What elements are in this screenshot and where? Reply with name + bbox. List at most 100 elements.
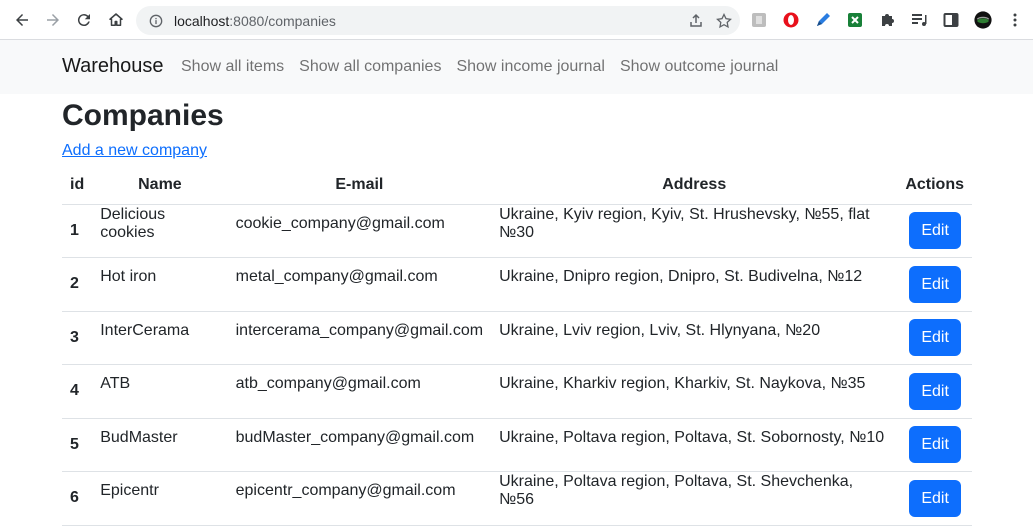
nav-link-items[interactable]: Show all items xyxy=(181,58,284,76)
row-address-cell: Ukraine, Kharkiv region, Kharkiv, St. Na… xyxy=(491,364,898,419)
row-actions-cell: Edit xyxy=(897,311,972,365)
row-name: Hot iron xyxy=(100,268,157,286)
menu-dots-icon[interactable] xyxy=(1004,9,1026,31)
header-name: Name xyxy=(92,166,228,205)
row-name-cell: ATB xyxy=(92,364,228,419)
extension-gray-icon[interactable] xyxy=(748,9,770,31)
row-name-cell: Epicentr xyxy=(92,471,228,526)
table-header-row: id Name E-mail Address Actions xyxy=(62,166,972,205)
arrow-right-icon xyxy=(47,14,59,26)
table-row: 5 BudMaster budMaster_company@gmail.com Ukr… xyxy=(62,418,972,472)
page-title: Companies xyxy=(62,99,224,132)
row-address: Ukraine, Poltava region, Poltava, St. So… xyxy=(499,428,885,446)
row-id: 3 xyxy=(70,328,79,346)
header-actions: Actions xyxy=(897,166,972,205)
row-actions-cell: Edit xyxy=(897,364,972,419)
row-name-cell: InterCerama xyxy=(92,311,228,365)
row-name: InterCerama xyxy=(100,321,190,339)
table-row: 3 InterCerama intercerama_company@gmail.co… xyxy=(62,311,972,365)
row-id-cell: 2 xyxy=(62,257,93,312)
table-row: 6 Epicentr epicentr_company@gmail.com Ukrai… xyxy=(62,471,972,526)
row-email-cell: atb_company@gmail.com xyxy=(227,364,492,419)
row-email: epicentr_company@gmail.com xyxy=(235,482,456,500)
address-bar[interactable]: localhost:8080/companies xyxy=(136,6,740,35)
sidebar-icon[interactable] xyxy=(940,9,962,31)
extensions-area xyxy=(748,8,1026,32)
row-actions-cell: Edit xyxy=(897,257,972,312)
row-address-cell: Ukraine, Kyiv region, Kyiv, St. Hrushevs… xyxy=(491,204,898,258)
edit-button[interactable]: Edit xyxy=(909,212,961,250)
opera-icon[interactable] xyxy=(780,9,802,31)
header-email: E-mail xyxy=(227,166,492,205)
app-navbar: Warehouse Show all items Show all compan… xyxy=(0,40,1033,94)
edit-button[interactable]: Edit xyxy=(909,479,961,517)
add-company-link[interactable]: Add a new company xyxy=(62,142,207,160)
row-address-cell: Ukraine, Dnipro region, Dnipro, St. Budi… xyxy=(491,257,898,312)
row-address-cell: Ukraine, Poltava region, Poltava, St. So… xyxy=(491,418,898,472)
row-name-cell: Delicious cookies xyxy=(92,204,228,258)
pen-icon[interactable] xyxy=(812,9,834,31)
info-icon[interactable] xyxy=(149,14,163,28)
row-actions-cell: Edit xyxy=(897,418,972,472)
row-address: Ukraine, Poltava region, Poltava, St. Sh… xyxy=(499,473,854,509)
edit-button[interactable]: Edit xyxy=(909,319,961,357)
table-row: 1 Delicious cookies cookie_company@gmail.c… xyxy=(62,204,972,258)
row-id-cell: 4 xyxy=(62,364,93,419)
reload-button[interactable] xyxy=(68,4,100,36)
arrow-left-icon xyxy=(16,14,28,26)
row-email-cell: cookie_company@gmail.com xyxy=(227,204,492,258)
nav-links: Show all items Show all companies Show i… xyxy=(181,58,793,76)
row-email: metal_company@gmail.com xyxy=(235,268,438,286)
row-actions-cell: Edit xyxy=(897,204,972,258)
row-email-cell: budMaster_company@gmail.com xyxy=(227,418,492,472)
row-address: Ukraine, Kyiv region, Kyiv, St. Hrushevs… xyxy=(499,205,870,241)
url-text: localhost:8080/companies xyxy=(174,12,336,29)
row-id: 4 xyxy=(70,382,79,400)
row-name: Delicious cookies xyxy=(100,205,166,241)
main-content: Companies Add a new company id Name E-ma… xyxy=(62,94,972,526)
row-name-cell: BudMaster xyxy=(92,418,228,472)
edit-button[interactable]: Edit xyxy=(909,372,961,410)
row-id-cell: 3 xyxy=(62,311,93,365)
back-button[interactable] xyxy=(6,4,38,36)
row-id-cell: 1 xyxy=(62,204,93,258)
row-id-cell: 6 xyxy=(62,471,93,526)
row-address-cell: Ukraine, Lviv region, Lviv, St. Hlynyana… xyxy=(491,311,898,365)
row-name: BudMaster xyxy=(100,428,178,446)
table-row: 2 Hot iron metal_company@gmail.com Ukraine,… xyxy=(62,257,972,312)
row-email: budMaster_company@gmail.com xyxy=(235,428,475,446)
edit-button[interactable]: Edit xyxy=(909,265,961,303)
row-name-cell: Hot iron xyxy=(92,257,228,312)
row-name: Epicentr xyxy=(100,482,159,500)
home-icon xyxy=(109,13,123,26)
share-icon[interactable] xyxy=(688,13,704,29)
header-address: Address xyxy=(491,166,898,205)
nav-link-income-journal[interactable]: Show income journal xyxy=(456,58,605,76)
row-email: cookie_company@gmail.com xyxy=(235,214,445,232)
nav-link-outcome-journal[interactable]: Show outcome journal xyxy=(620,58,778,76)
row-id: 5 xyxy=(70,435,79,453)
row-address-cell: Ukraine, Poltava region, Poltava, St. Sh… xyxy=(491,471,898,526)
row-id: 6 xyxy=(70,489,79,507)
sheets-icon[interactable] xyxy=(844,9,866,31)
edit-button[interactable]: Edit xyxy=(909,426,961,464)
star-icon[interactable] xyxy=(716,12,732,29)
home-button[interactable] xyxy=(100,4,132,36)
row-id: 2 xyxy=(70,275,79,293)
row-address: Ukraine, Dnipro region, Dnipro, St. Budi… xyxy=(499,268,863,286)
row-email: intercerama_company@gmail.com xyxy=(235,321,484,339)
browser-toolbar: localhost:8080/companies xyxy=(0,0,1033,40)
media-icon[interactable] xyxy=(908,9,930,31)
row-name: ATB xyxy=(100,375,131,393)
row-id: 1 xyxy=(70,221,79,239)
puzzle-icon[interactable] xyxy=(876,9,898,31)
row-email-cell: intercerama_company@gmail.com xyxy=(227,311,492,365)
nav-link-companies[interactable]: Show all companies xyxy=(299,58,441,76)
brand-link[interactable]: Warehouse xyxy=(62,55,164,78)
profile-avatar[interactable] xyxy=(972,9,994,31)
reload-icon xyxy=(77,14,90,27)
row-email-cell: epicentr_company@gmail.com xyxy=(227,471,492,526)
forward-button[interactable] xyxy=(37,4,69,36)
row-id-cell: 5 xyxy=(62,418,93,472)
row-address: Ukraine, Lviv region, Lviv, St. Hlynyana… xyxy=(499,321,821,339)
